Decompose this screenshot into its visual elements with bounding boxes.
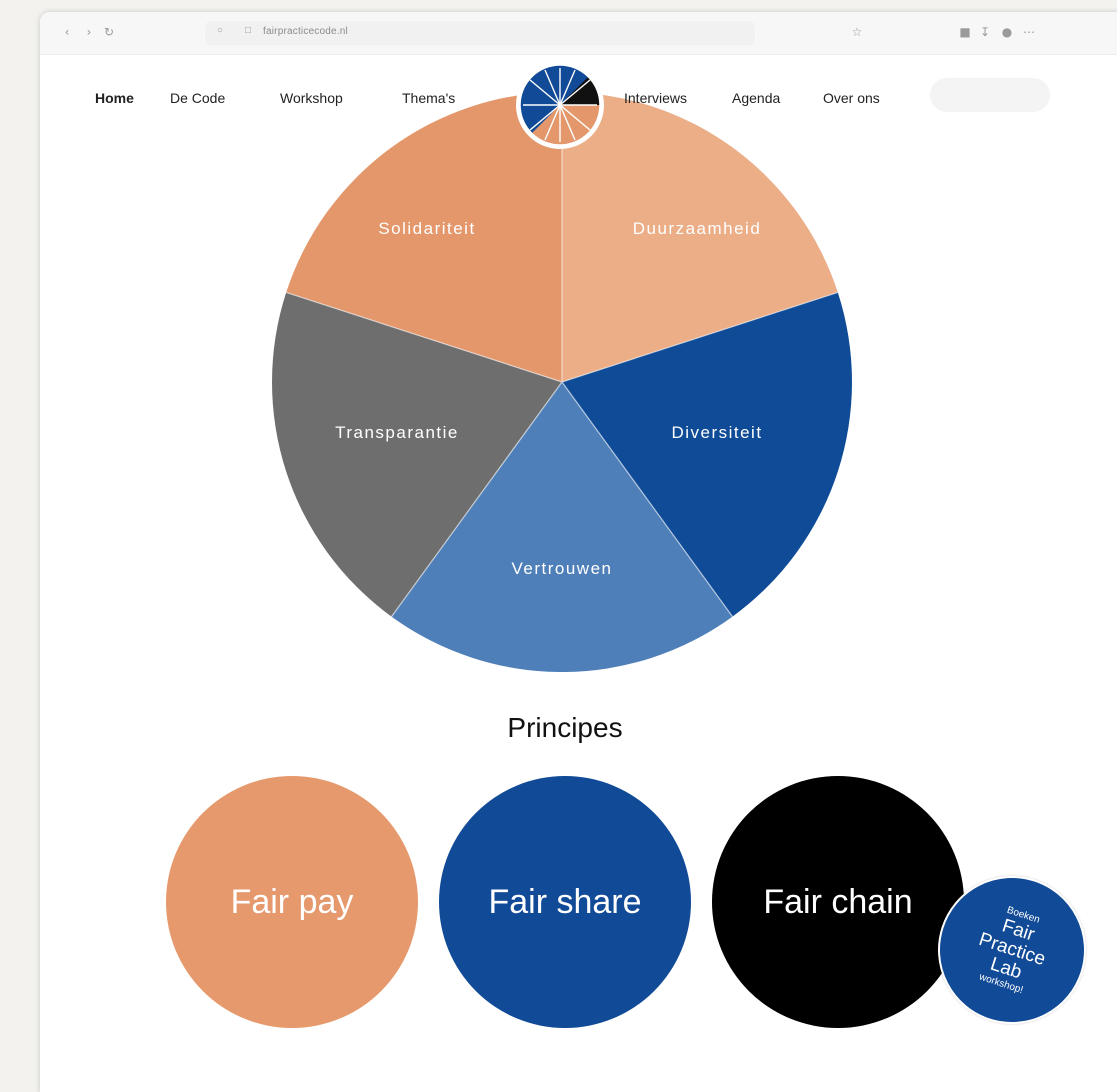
nav-themas[interactable]: Thema's xyxy=(402,90,455,106)
fair-share-label: Fair share xyxy=(488,882,642,921)
principes-heading: Principes xyxy=(507,712,623,743)
nav-de-code[interactable]: De Code xyxy=(170,90,225,106)
nav-workshop[interactable]: Workshop xyxy=(280,90,343,106)
pie-label-vertrouwen: Vertrouwen xyxy=(512,559,613,578)
pie-label-solidariteit: Solidariteit xyxy=(378,219,475,238)
back-arrow-icon[interactable]: ‹ xyxy=(60,25,74,39)
bookmark-star-icon[interactable]: ☆ xyxy=(850,25,864,39)
extension-icon[interactable]: ■ xyxy=(958,25,972,39)
browser-window: ‹ › ↻ ○ □ fairpracticecode.nl ☆ ■ ↧ ● ⋯ … xyxy=(40,12,1117,1092)
menu-icon[interactable]: ⋯ xyxy=(1022,25,1036,39)
reload-icon[interactable]: ↻ xyxy=(102,25,116,39)
nav-interviews[interactable]: Interviews xyxy=(624,90,687,106)
forward-arrow-icon[interactable]: › xyxy=(82,25,96,39)
themes-pie: Solidariteit Duurzaamheid Diversiteit Ve… xyxy=(272,92,852,672)
address-bar[interactable]: ○ □ fairpracticecode.nl xyxy=(205,21,755,45)
browser-toolbar: ‹ › ↻ ○ □ fairpracticecode.nl ☆ ■ ↧ ● ⋯ xyxy=(40,12,1117,55)
search-field[interactable] xyxy=(930,78,1050,112)
fair-pay-label: Fair pay xyxy=(230,882,354,921)
pie-label-transparantie: Transparantie xyxy=(335,423,459,442)
nav-agenda[interactable]: Agenda xyxy=(732,90,780,106)
shield-icon[interactable]: ○ xyxy=(217,25,223,36)
download-icon[interactable]: ↧ xyxy=(978,25,992,39)
fair-chain-label: Fair chain xyxy=(763,882,913,921)
url-text[interactable]: fairpracticecode.nl xyxy=(263,26,348,37)
profile-icon[interactable]: ● xyxy=(1000,25,1014,39)
lock-icon: □ xyxy=(245,25,252,36)
fair-pay-circle[interactable]: Fair pay xyxy=(166,776,418,1028)
pie-label-duurzaamheid: Duurzaamheid xyxy=(633,219,762,238)
nav-home[interactable]: Home xyxy=(95,90,134,106)
fair-share-circle[interactable]: Fair share xyxy=(439,776,691,1028)
fair-practice-code-logo[interactable] xyxy=(515,60,605,150)
fair-chain-circle[interactable]: Fair chain xyxy=(712,776,964,1028)
nav-over-ons[interactable]: Over ons xyxy=(823,90,880,106)
pie-label-diversiteit: Diversiteit xyxy=(671,423,762,442)
